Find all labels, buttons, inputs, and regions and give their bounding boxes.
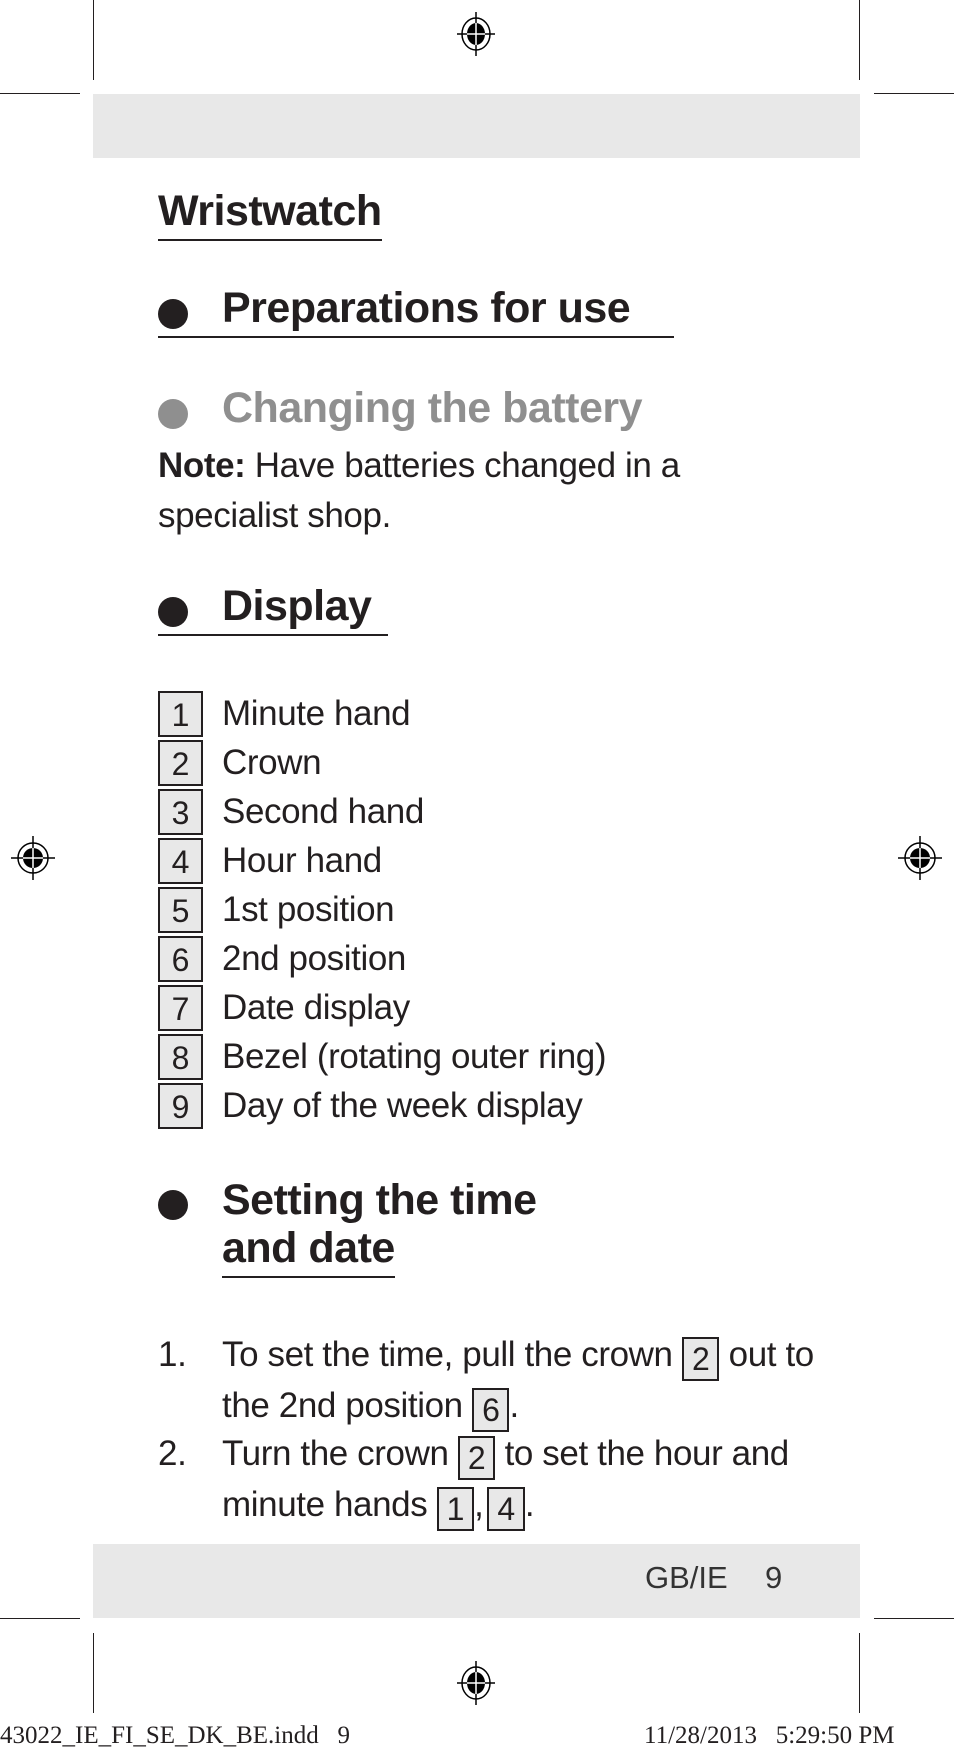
crop-mark-left-top: [0, 93, 80, 94]
bullet-icon: [158, 1190, 188, 1220]
section-heading-preparations-text: Preparations for use: [222, 284, 631, 332]
crop-mark-top-left: [93, 0, 94, 80]
slug-timestamp: 11/28/2013 5:29:50 PM: [644, 1722, 895, 1749]
step-text-segment: .: [509, 1386, 519, 1425]
step-number: 1.: [158, 1335, 187, 1374]
legend-label: 1st position: [222, 890, 395, 929]
legend-label: Minute hand: [222, 694, 411, 733]
legend-item: 7 Date display: [158, 983, 410, 1033]
crop-mark-bottom-right: [859, 1633, 860, 1713]
step-text: To set the time, pull the crown 2 out to…: [222, 1330, 858, 1432]
registration-mark-icon: [11, 836, 55, 880]
step-text-segment: Turn the crown: [222, 1434, 458, 1473]
step-text-segment: to set the hour and: [495, 1434, 790, 1473]
note-label: Note:: [158, 446, 246, 485]
battery-note: Note: Have batteries changed in a specia…: [158, 441, 818, 541]
step-text-segment: To set the time, pull the crown: [222, 1335, 682, 1374]
legend-item: 1 Minute hand: [158, 689, 411, 739]
legend-label: Hour hand: [222, 841, 382, 880]
legend-item: 8 Bezel (rotating outer ring): [158, 1032, 607, 1082]
reference-number-box: 2: [681, 1337, 720, 1381]
step-text-segment: the 2nd position: [222, 1386, 473, 1425]
legend-item: 6 2nd position: [158, 934, 406, 984]
note-text: Have batteries changed in a: [245, 446, 680, 485]
legend-number: 1: [158, 691, 203, 737]
section-heading-setting-line2: and date: [222, 1224, 395, 1278]
slug-filename: 43022_IE_FI_SE_DK_BE.indd 9: [0, 1722, 350, 1749]
registration-mark-icon: [457, 1661, 495, 1705]
step-text-segment: minute hands: [222, 1485, 437, 1524]
legend-label: Date display: [222, 988, 410, 1027]
legend-label: Crown: [222, 743, 322, 782]
crop-mark-bottom-left: [93, 1633, 94, 1713]
registration-mark-icon: [898, 836, 942, 880]
reference-number-box: 1: [436, 1487, 475, 1531]
legend-label: 2nd position: [222, 939, 406, 978]
section-heading-setting-line1: Setting the time: [222, 1176, 537, 1224]
section-heading-display-text: Display: [222, 582, 372, 630]
section-heading-display: Display: [158, 582, 388, 637]
footer-band: GB/IE 9: [93, 1544, 860, 1618]
legend-number: 9: [158, 1083, 203, 1129]
step-text-segment: out to: [719, 1335, 815, 1374]
section-heading-battery: Changing the battery: [222, 384, 643, 432]
note-text-line2: specialist shop.: [158, 496, 391, 535]
legend-number: 4: [158, 838, 203, 884]
section-heading-setting: Setting the time and date: [222, 1176, 537, 1278]
legend-item: 2 Crown: [158, 738, 322, 788]
legend-label: Day of the week display: [222, 1086, 583, 1125]
legend-number: 8: [158, 1034, 203, 1080]
legend-item: 3 Second hand: [158, 787, 424, 837]
legend-item: 9 Day of the week display: [158, 1081, 583, 1131]
legend-number: 6: [158, 936, 203, 982]
legend-number: 5: [158, 887, 203, 933]
reference-number-box: 2: [457, 1436, 496, 1480]
crop-mark-right-bottom: [874, 1618, 954, 1619]
legend-number: 2: [158, 740, 203, 786]
step-item: 1. To set the time, pull the crown 2 out…: [158, 1330, 858, 1432]
registration-mark-icon: [457, 12, 495, 56]
crop-mark-right-top: [874, 93, 954, 94]
bullet-icon: [158, 399, 188, 429]
step-number: 2.: [158, 1434, 187, 1473]
legend-label: Second hand: [222, 792, 424, 831]
legend-item: 4 Hour hand: [158, 836, 382, 886]
step-text-segment: .: [524, 1485, 535, 1524]
page-number: 9: [765, 1560, 783, 1595]
legend-number: 3: [158, 789, 203, 835]
reference-number-box: 6: [472, 1388, 510, 1432]
footer-region: GB/IE: [645, 1560, 728, 1595]
header-band: [93, 94, 860, 158]
crop-mark-left-bottom: [0, 1618, 80, 1619]
reference-number-box: 4: [487, 1487, 525, 1531]
step-item: 2. Turn the crown 2 to set the hour and …: [158, 1429, 858, 1531]
section-heading-preparations: Preparations for use: [158, 284, 674, 339]
legend-item: 5 1st position: [158, 885, 395, 935]
step-text-segment: ,: [474, 1485, 484, 1524]
step-text: Turn the crown 2 to set the hour and min…: [222, 1429, 858, 1531]
legend-number: 7: [158, 985, 203, 1031]
page-title: Wristwatch: [158, 187, 382, 242]
legend-label: Bezel (rotating outer ring): [222, 1037, 607, 1076]
crop-mark-top-right: [859, 0, 860, 80]
